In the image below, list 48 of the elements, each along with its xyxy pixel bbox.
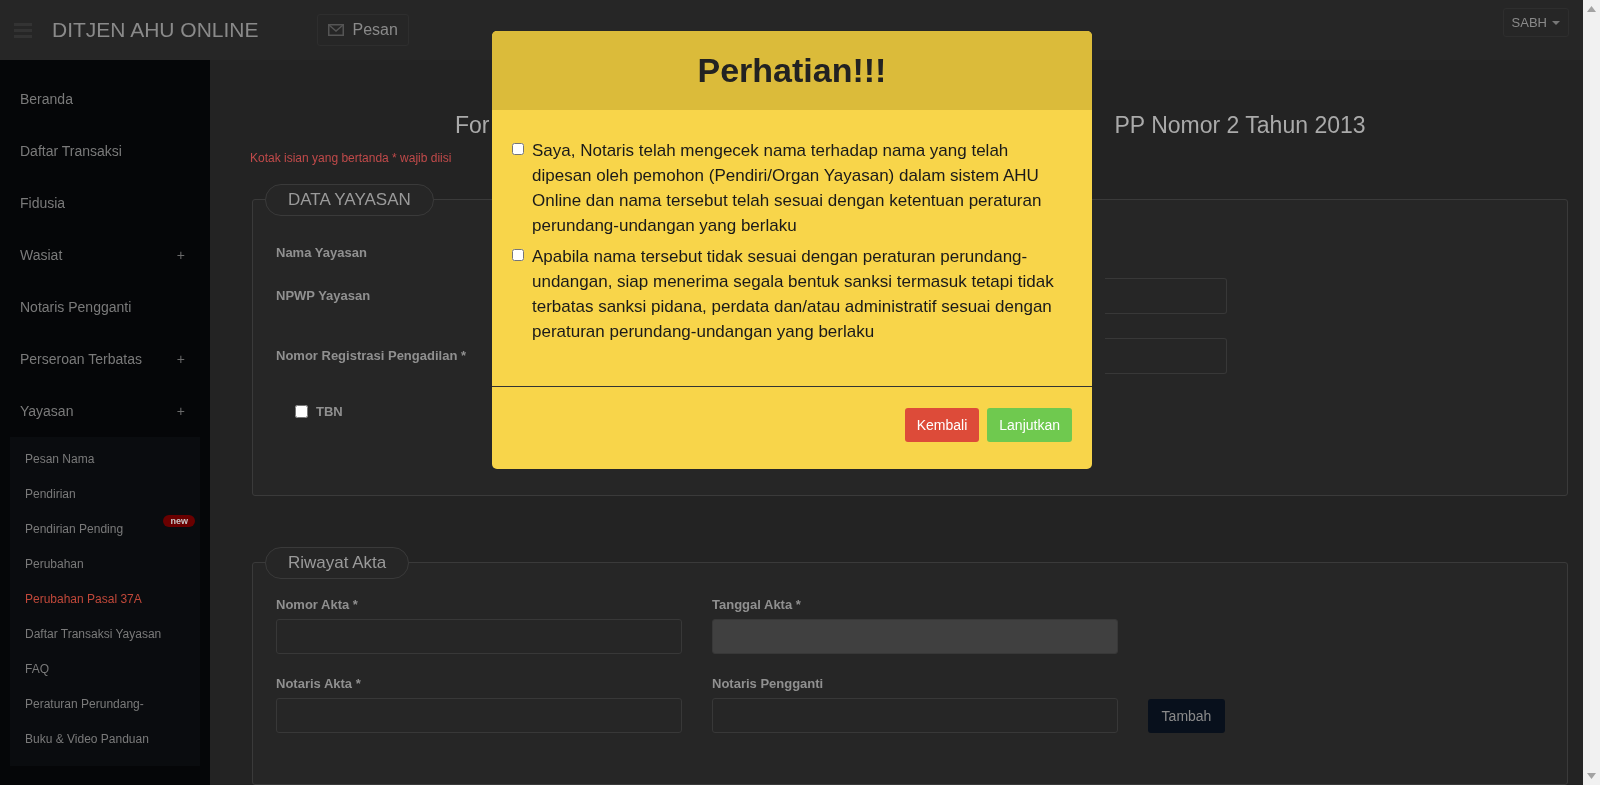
field-label: Nama Yayasan — [276, 245, 367, 261]
sidebar-item[interactable]: Yayasan + — [0, 385, 210, 437]
checkbox[interactable] — [512, 249, 524, 261]
submenu-item[interactable]: Daftar Transaksi Yayasan — [10, 616, 200, 651]
add-button[interactable]: Tambah — [1148, 698, 1225, 733]
submenu-item[interactable]: Buku & Video Panduan — [10, 721, 200, 756]
submenu-item[interactable]: Pesan Nama — [10, 441, 200, 476]
sidebar-item[interactable]: Beranda — [0, 73, 210, 125]
sidebar-item[interactable]: Notaris Pengganti — [0, 281, 210, 333]
sidebar-item[interactable]: Perseroan Terbatas + — [0, 333, 210, 385]
submenu-item[interactable]: Perubahan Pasal 37A — [10, 581, 200, 616]
field-label: NPWP Yayasan — [276, 288, 371, 304]
statement-text: Apabila nama tersebut tidak sesuai dengan peraturan perundang-undangan, siap menerima segala bentuk sanksi termasuk tetapi tidak terbatas sanksi pidana, perdata dan/atau administratif sesuai dengan peraturan perundang-undangan yang berlaku — [532, 246, 1055, 343]
expand-icon[interactable]: + — [176, 351, 185, 367]
sidebar-item[interactable]: Daftar Transaksi — [0, 125, 210, 177]
expand-icon[interactable]: + — [176, 403, 185, 419]
app-title: DITJEN AHU ONLINE — [52, 18, 259, 42]
checkbox[interactable] — [295, 404, 308, 418]
checkbox-label: TBN — [316, 403, 343, 419]
user-menu[interactable]: SABH — [1502, 8, 1569, 37]
new-badge: new — [163, 515, 195, 527]
expand-icon[interactable]: + — [176, 247, 185, 263]
sidebar-item[interactable]: Fidusia — [0, 177, 210, 229]
dialog-title: Perhatian!!! — [697, 51, 887, 90]
section-legend: Riwayat Akta — [265, 546, 410, 579]
field-label: Nomor Registrasi Pengadilan * — [276, 348, 466, 364]
submenu-item[interactable]: Peraturan Perundang- — [10, 686, 200, 721]
submenu-item[interactable]: FAQ — [10, 651, 200, 686]
messages-button[interactable]: Pesan — [316, 14, 409, 46]
page-heading: PP Nomor 2 Tahun 2013 — [1114, 111, 1366, 139]
page-heading: For — [455, 111, 490, 139]
section-legend: DATA YAYASAN — [265, 183, 434, 216]
field-label: Notaris Akta * — [276, 675, 361, 691]
field-label: Notaris Pengganti — [712, 675, 824, 691]
submenu-item[interactable]: Perubahan — [10, 546, 200, 581]
scroll-up-icon[interactable] — [1587, 6, 1596, 12]
caret-icon — [1552, 20, 1560, 25]
submenu-item[interactable]: Pendirian — [10, 476, 200, 511]
submenu-item[interactable]: Pendirian Pending new — [10, 511, 200, 546]
scroll-down-icon[interactable] — [1587, 773, 1596, 779]
field-label: Tanggal Akta * — [712, 596, 801, 612]
field-label: Nomor Akta * — [276, 596, 358, 612]
envelope-icon — [327, 24, 344, 36]
statement-text: Saya, Notaris telah mengecek nama terhadap nama yang telah dipesan oleh pemohon (Pendiri/Organ Yayasan) dalam sistem AHU Online dan nama tersebut telah sesuai dengan ketentuan peraturan perundang-undangan yang berlaku — [532, 140, 1043, 237]
required-note: Kotak isian yang bertanda * wajib diisi — [250, 150, 452, 165]
sidebar-item[interactable]: Wasiat + — [0, 229, 210, 281]
back-button[interactable]: Kembali — [904, 408, 980, 442]
checkbox[interactable] — [512, 143, 524, 155]
